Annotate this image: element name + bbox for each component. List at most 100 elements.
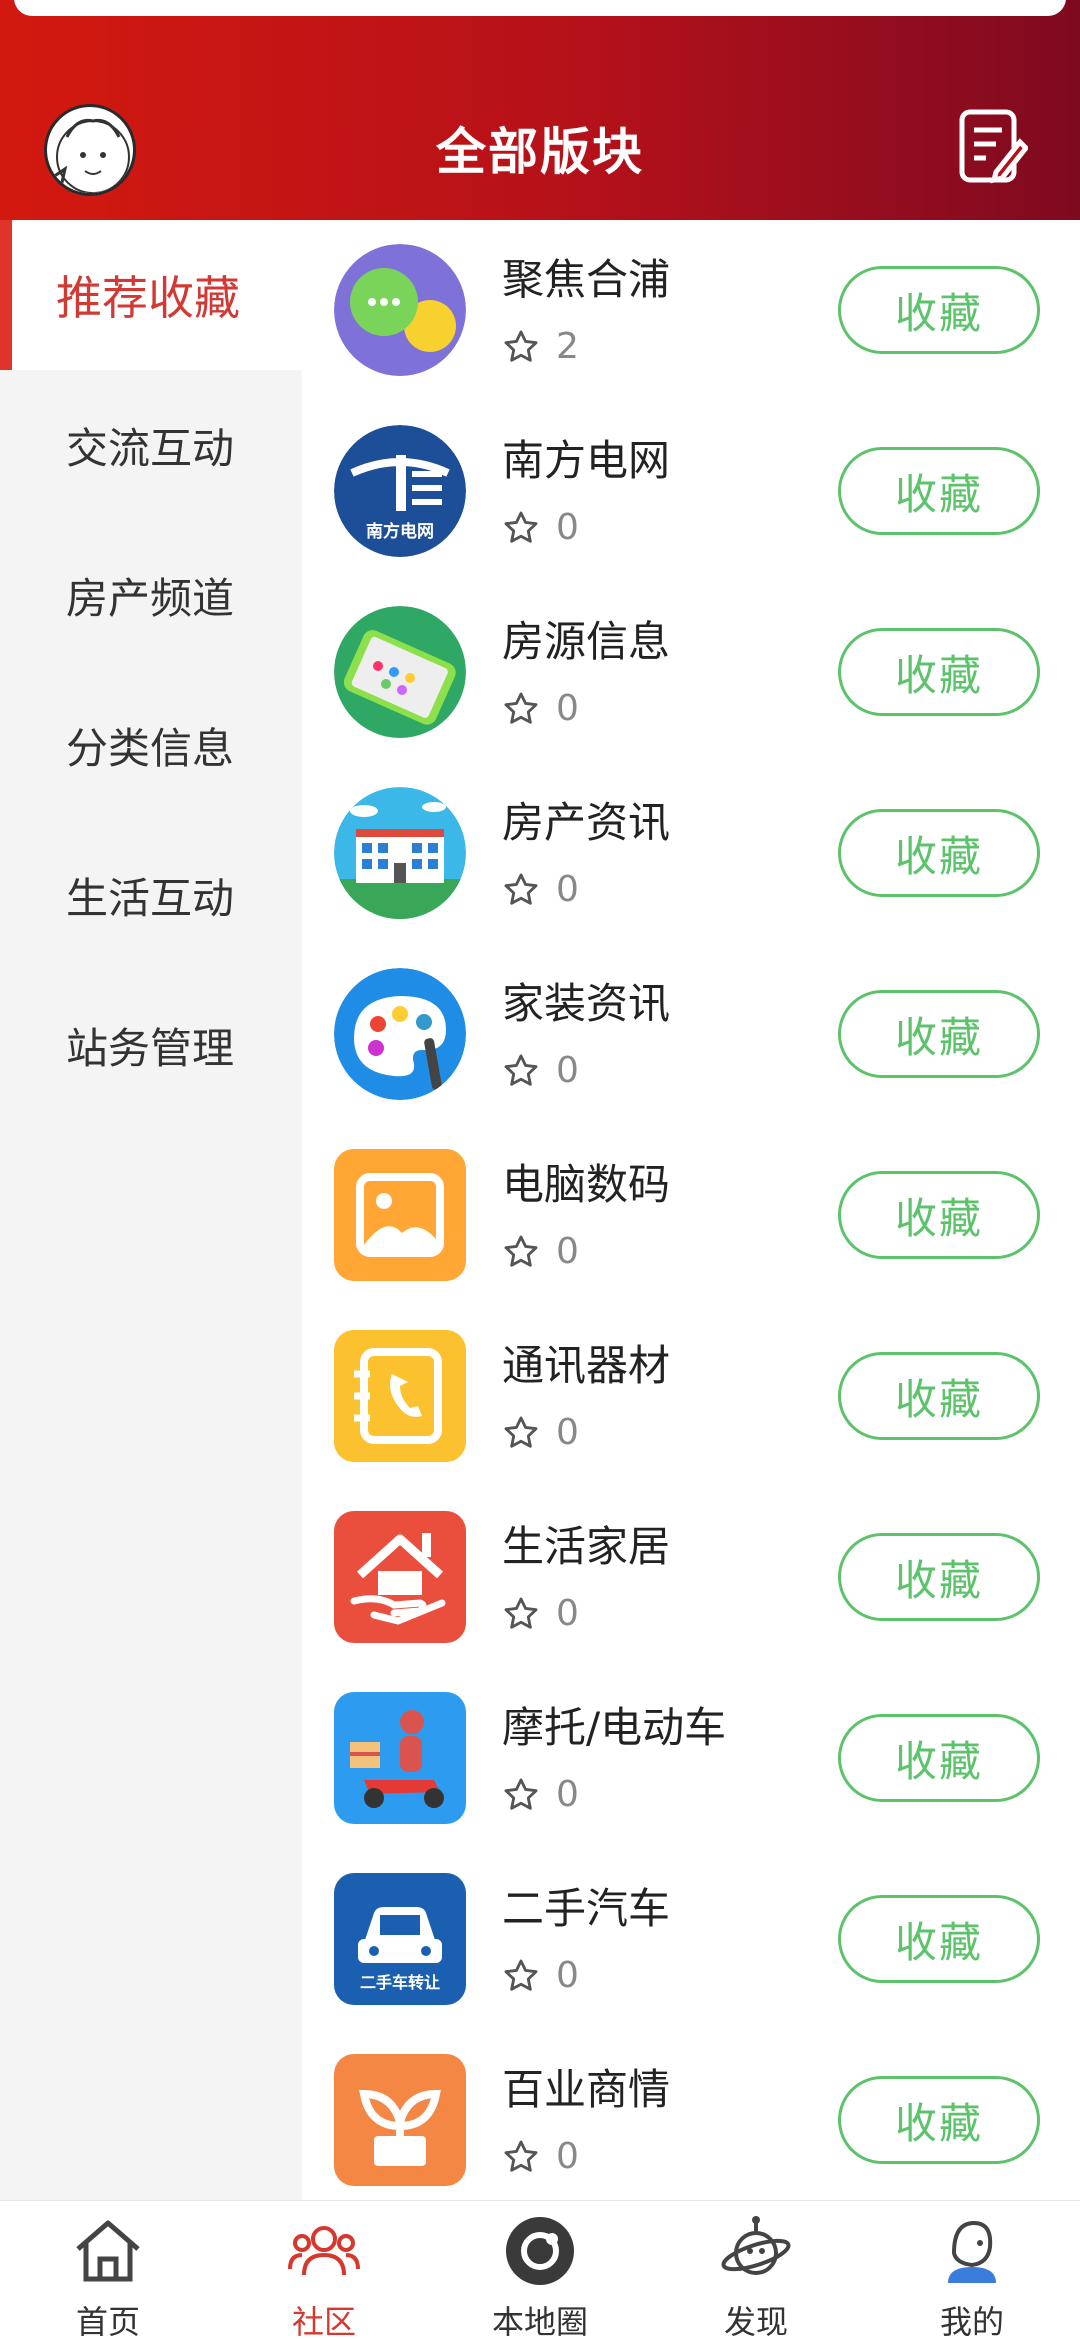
board-title: 房源信息 bbox=[502, 617, 671, 666]
sidebar-item-label: 分类信息 bbox=[66, 723, 235, 773]
star-icon bbox=[504, 1416, 538, 1448]
list-item[interactable]: 家装资讯 0 收藏 bbox=[302, 944, 1080, 1125]
tab-home[interactable]: 首页 bbox=[0, 2201, 216, 2340]
favorite-count: 0 bbox=[502, 1050, 579, 1091]
star-icon bbox=[504, 1597, 538, 1629]
community-people-icon bbox=[288, 2226, 360, 2276]
tab-label: 本地圈 bbox=[491, 2303, 588, 2340]
profile-icon bbox=[948, 2220, 996, 2283]
power-grid-logo-icon: 南方电网 bbox=[334, 425, 466, 557]
tab-label: 社区 bbox=[291, 2303, 356, 2340]
count-value: 0 bbox=[556, 869, 579, 910]
sidebar-item-life[interactable]: 生活互动 bbox=[0, 820, 302, 970]
count-value: 0 bbox=[556, 1231, 579, 1272]
favorite-button[interactable]: 收藏 bbox=[838, 1171, 1040, 1259]
count-value: 0 bbox=[556, 2136, 579, 2177]
header-bar: 全部版块 bbox=[0, 0, 1080, 220]
favorite-button[interactable]: 收藏 bbox=[838, 990, 1040, 1078]
home-icon bbox=[76, 2220, 140, 2282]
star-icon bbox=[504, 1959, 538, 1991]
search-card-edge bbox=[14, 0, 1066, 16]
list-item[interactable]: 南方电网 南方电网 0 收藏 bbox=[302, 401, 1080, 582]
sidebar-item-admin[interactable]: 站务管理 bbox=[0, 970, 302, 1120]
favorite-count: 0 bbox=[502, 1955, 579, 1996]
favorite-count: 0 bbox=[502, 688, 579, 729]
list-item[interactable]: 百业商情 0 收藏 bbox=[302, 2030, 1080, 2211]
list-item[interactable]: 房产资讯 0 收藏 bbox=[302, 763, 1080, 944]
logo-text: 南方电网 bbox=[366, 522, 434, 542]
favorite-button[interactable]: 收藏 bbox=[838, 2076, 1040, 2164]
list-item[interactable]: 摩托/电动车 0 收藏 bbox=[302, 1668, 1080, 1849]
scooter-delivery-icon bbox=[334, 1692, 466, 1824]
list-item[interactable]: 通讯器材 0 收藏 bbox=[302, 1306, 1080, 1487]
list-item[interactable]: 电脑数码 0 收藏 bbox=[302, 1125, 1080, 1306]
star-icon bbox=[504, 1235, 538, 1267]
board-title: 百业商情 bbox=[502, 2065, 671, 2114]
favorite-button[interactable]: 收藏 bbox=[838, 266, 1040, 354]
plant-pot-icon bbox=[334, 2054, 466, 2186]
board-title: 聚焦合浦 bbox=[502, 255, 671, 304]
tab-discover[interactable]: 发现 bbox=[648, 2201, 864, 2340]
favorite-count: 0 bbox=[502, 869, 579, 910]
star-icon bbox=[504, 330, 538, 362]
favorite-count: 0 bbox=[502, 1231, 579, 1272]
star-icon bbox=[504, 511, 538, 543]
list-item[interactable]: 生活家居 0 收藏 bbox=[302, 1487, 1080, 1668]
favorite-button[interactable]: 收藏 bbox=[838, 628, 1040, 716]
edit-note-icon[interactable] bbox=[956, 108, 1030, 186]
sidebar-item-label: 生活互动 bbox=[66, 873, 235, 923]
count-value: 0 bbox=[556, 507, 579, 548]
favorite-count: 0 bbox=[502, 507, 579, 548]
page-title: 全部版块 bbox=[436, 123, 644, 181]
sidebar-item-communication[interactable]: 交流互动 bbox=[0, 370, 302, 520]
favorite-button[interactable]: 收藏 bbox=[838, 447, 1040, 535]
car-icon: 二手车转让 bbox=[334, 1873, 466, 2005]
local-circle-icon bbox=[506, 2217, 574, 2285]
star-icon bbox=[504, 692, 538, 724]
board-title: 电脑数码 bbox=[502, 1160, 671, 1209]
tab-label: 发现 bbox=[723, 2303, 788, 2340]
favorite-count: 0 bbox=[502, 1412, 579, 1453]
count-value: 0 bbox=[556, 1955, 579, 1996]
logo-text: 二手车转让 bbox=[359, 1973, 440, 1992]
tab-profile[interactable]: 我的 bbox=[864, 2201, 1080, 2340]
sidebar-item-real-estate[interactable]: 房产频道 bbox=[0, 520, 302, 670]
board-title: 南方电网 bbox=[502, 436, 671, 485]
count-value: 0 bbox=[556, 1774, 579, 1815]
favorite-button[interactable]: 收藏 bbox=[838, 1352, 1040, 1440]
favorite-button[interactable]: 收藏 bbox=[838, 1895, 1040, 1983]
star-icon bbox=[504, 1054, 538, 1086]
paint-palette-icon bbox=[334, 968, 466, 1100]
count-value: 0 bbox=[556, 1593, 579, 1634]
tab-community[interactable]: 社区 bbox=[216, 2201, 432, 2340]
favorite-count: 0 bbox=[502, 2136, 579, 2177]
board-title: 家装资讯 bbox=[502, 979, 671, 1028]
list-item[interactable]: 二手车转让 二手汽车 0 收藏 bbox=[302, 1849, 1080, 2030]
board-title: 通讯器材 bbox=[502, 1341, 671, 1390]
sidebar: 推荐收藏 交流互动 房产频道 分类信息 生活互动 站务管理 bbox=[0, 220, 302, 2200]
list-item[interactable]: 房源信息 0 收藏 bbox=[302, 582, 1080, 763]
bottom-tab-bar: 首页 社区 本地圈 发现 我的 bbox=[0, 2200, 1080, 2340]
favorite-button[interactable]: 收藏 bbox=[838, 1533, 1040, 1621]
phone-apps-icon bbox=[334, 606, 466, 738]
favorite-count: 2 bbox=[502, 326, 579, 367]
count-value: 2 bbox=[556, 326, 579, 367]
count-value: 0 bbox=[556, 1412, 579, 1453]
board-title: 摩托/电动车 bbox=[502, 1703, 727, 1752]
tab-local-circle[interactable]: 本地圈 bbox=[432, 2201, 648, 2340]
image-gallery-icon bbox=[334, 1149, 466, 1281]
home-hand-icon bbox=[334, 1511, 466, 1643]
sidebar-item-label: 房产频道 bbox=[66, 573, 235, 623]
favorite-button[interactable]: 收藏 bbox=[838, 809, 1040, 897]
board-title: 生活家居 bbox=[502, 1522, 671, 1571]
sidebar-item-recommended[interactable]: 推荐收藏 bbox=[0, 220, 302, 370]
list-item[interactable]: 聚焦合浦 2 收藏 bbox=[302, 220, 1080, 401]
favorite-button[interactable]: 收藏 bbox=[838, 1714, 1040, 1802]
sidebar-item-label: 交流互动 bbox=[66, 423, 235, 473]
star-icon bbox=[504, 2140, 538, 2172]
star-icon bbox=[504, 1778, 538, 1810]
favorite-count: 0 bbox=[502, 1593, 579, 1634]
board-title: 房产资讯 bbox=[502, 798, 671, 847]
count-value: 0 bbox=[556, 688, 579, 729]
sidebar-item-classifieds[interactable]: 分类信息 bbox=[0, 670, 302, 820]
